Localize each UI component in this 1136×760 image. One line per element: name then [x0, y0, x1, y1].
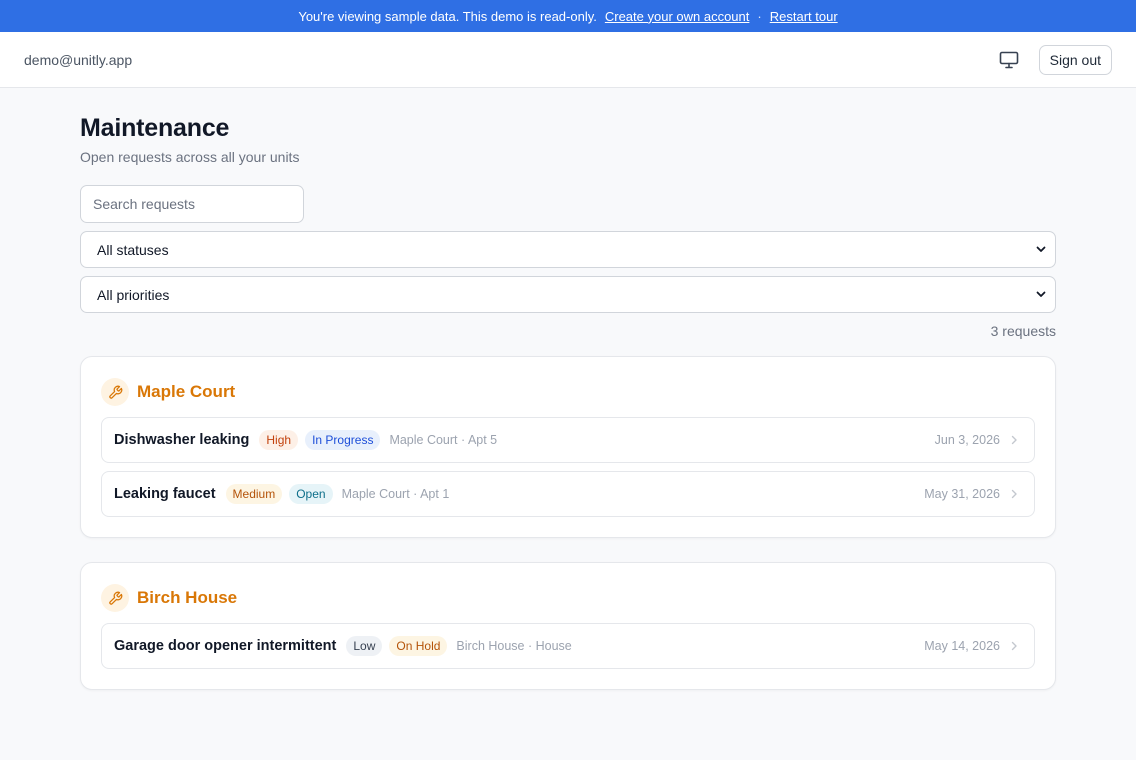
chevron-right-icon [1010, 641, 1022, 651]
request-location: Maple Court · Apt 5 [389, 433, 498, 447]
request-date: May 14, 2026 [924, 639, 1000, 653]
chevron-right-icon [1010, 435, 1022, 445]
group-header: Maple Court [101, 377, 1035, 407]
request-title: Leaking faucet [114, 486, 216, 502]
group-title: Birch House [137, 588, 238, 607]
request-count: 3 requests [990, 323, 1056, 339]
monitor-icon[interactable] [997, 48, 1021, 72]
top-bar: demo@unitly.app Sign out [0, 32, 1136, 88]
priority-filter-select[interactable]: All priorities [80, 276, 1056, 313]
priority-badge: Medium [225, 484, 283, 504]
wrench-icon [101, 584, 129, 612]
status-filter-select[interactable]: All statuses [80, 231, 1056, 268]
page-subtitle: Open requests across all your units [80, 149, 300, 165]
banner-separator: · [757, 8, 762, 24]
banner-message: You're viewing sample data. This demo is… [298, 8, 597, 24]
request-location: Maple Court · Apt 1 [341, 487, 450, 501]
topbar-actions: Sign out [997, 44, 1112, 75]
demo-banner: You're viewing sample data. This demo is… [0, 0, 1136, 32]
request-title: Garage door opener intermittent [114, 638, 337, 654]
request-date: May 31, 2026 [924, 487, 1000, 501]
page-title: Maintenance [80, 114, 230, 142]
user-email: demo@unitly.app [24, 51, 133, 68]
wrench-icon [101, 378, 129, 406]
create-account-link[interactable]: Create your own account [605, 9, 750, 24]
priority-filter-value: All priorities [97, 286, 170, 303]
status-filter-value: All statuses [97, 241, 169, 258]
property-group-maple-court: Maple Court Dishwasher leaking High In P… [80, 356, 1056, 538]
property-group-birch-house: Birch House Garage door opener intermitt… [80, 562, 1056, 690]
request-date: Jun 3, 2026 [934, 433, 1000, 447]
status-badge: On Hold [389, 636, 448, 656]
search-input[interactable] [80, 185, 304, 223]
chevron-down-icon [1035, 287, 1047, 303]
request-location: Birch House · House [456, 639, 572, 653]
priority-badge: Low [346, 636, 383, 656]
request-row[interactable]: Dishwasher leaking High In Progress Mapl… [101, 417, 1035, 463]
priority-badge: High [259, 430, 299, 450]
chevron-down-icon [1035, 242, 1047, 258]
chevron-right-icon [1010, 489, 1022, 499]
group-header: Birch House [101, 583, 1035, 613]
sign-out-button[interactable]: Sign out [1038, 44, 1112, 75]
status-badge: In Progress [305, 430, 381, 450]
main-content: Maintenance Open requests across all you… [80, 88, 1056, 690]
group-title: Maple Court [137, 382, 236, 401]
request-title: Dishwasher leaking [114, 432, 250, 448]
status-badge: Open [289, 484, 333, 504]
request-row[interactable]: Garage door opener intermittent Low On H… [101, 623, 1035, 669]
restart-tour-link[interactable]: Restart tour [770, 9, 838, 24]
request-row[interactable]: Leaking faucet Medium Open Maple Court ·… [101, 471, 1035, 517]
